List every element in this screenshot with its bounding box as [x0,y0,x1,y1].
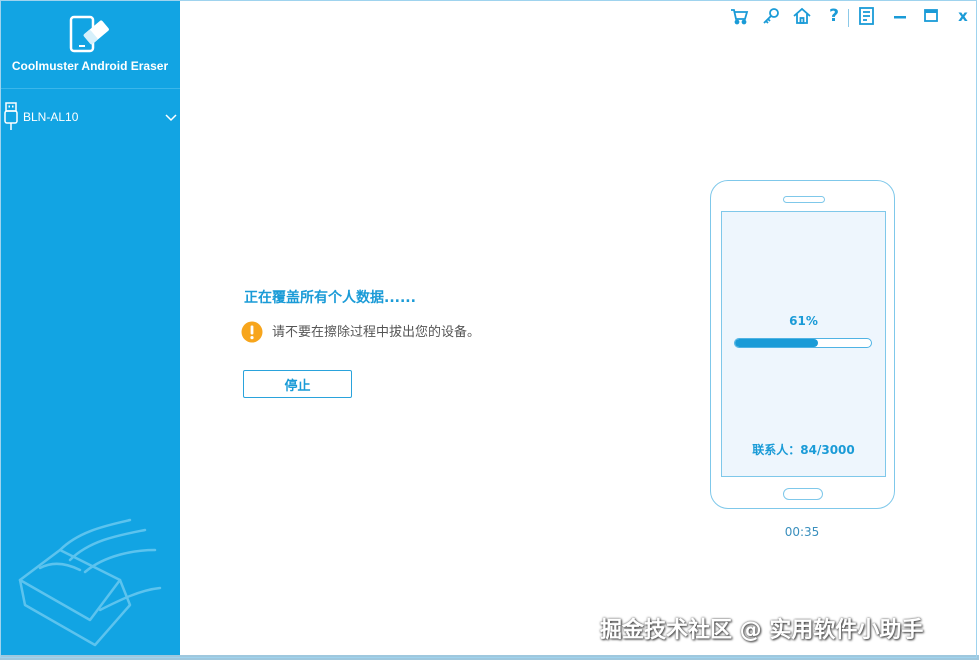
elapsed-timer: 00:35 [784,525,820,539]
eraser-phone-logo-icon [68,14,112,54]
close-button[interactable]: x [953,6,973,26]
chevron-down-icon[interactable] [164,108,178,122]
sidebar: Coolmuster Android Eraser BLN-AL10 [0,0,180,655]
cart-icon [729,6,749,26]
stop-button[interactable]: 停止 [243,370,352,398]
maximize-icon [921,6,941,26]
warning-text: 请不要在擦除过程中拔出您的设备。 [272,325,481,340]
hand-eraser-decoration-icon [0,510,180,655]
usb-icon [4,101,18,131]
device-selector[interactable]: BLN-AL10 [0,98,180,132]
progress-bar [734,338,872,348]
contacts-count: 联系人：84/3000 [722,441,885,458]
progress-percent: 61% [789,314,818,328]
warning-icon [241,321,263,343]
maximize-button[interactable] [921,6,941,26]
phone-home-button [783,488,823,500]
help-button[interactable]: ? [824,6,844,26]
sidebar-divider [0,88,180,89]
bottom-strip [0,655,979,660]
help-icon: ? [829,6,839,26]
home-button[interactable] [792,6,812,26]
feedback-button[interactable] [857,6,877,26]
app-title: Coolmuster Android Eraser [11,59,169,73]
watermark: 掘金技术社区 @ 实用软件小助手 [600,618,924,643]
minimize-button[interactable] [890,6,910,26]
close-icon: x [958,7,968,25]
feedback-icon [857,6,877,26]
cart-button[interactable] [729,6,749,26]
home-icon [792,6,812,26]
phone-screen: 61% 联系人：84/3000 [721,211,886,477]
phone-illustration: 61% 联系人：84/3000 [710,180,895,509]
contacts-count-label: 联系人： [752,443,801,457]
progress-fill [735,339,818,347]
status-title: 正在覆盖所有个人数据...... [244,290,416,306]
phone-speaker [783,196,825,203]
key-icon [761,6,781,26]
contacts-count-value: 84/3000 [800,443,855,457]
minimize-icon [890,6,910,26]
toolbar-divider [848,9,849,27]
register-button[interactable] [761,6,781,26]
device-name: BLN-AL10 [23,110,79,124]
